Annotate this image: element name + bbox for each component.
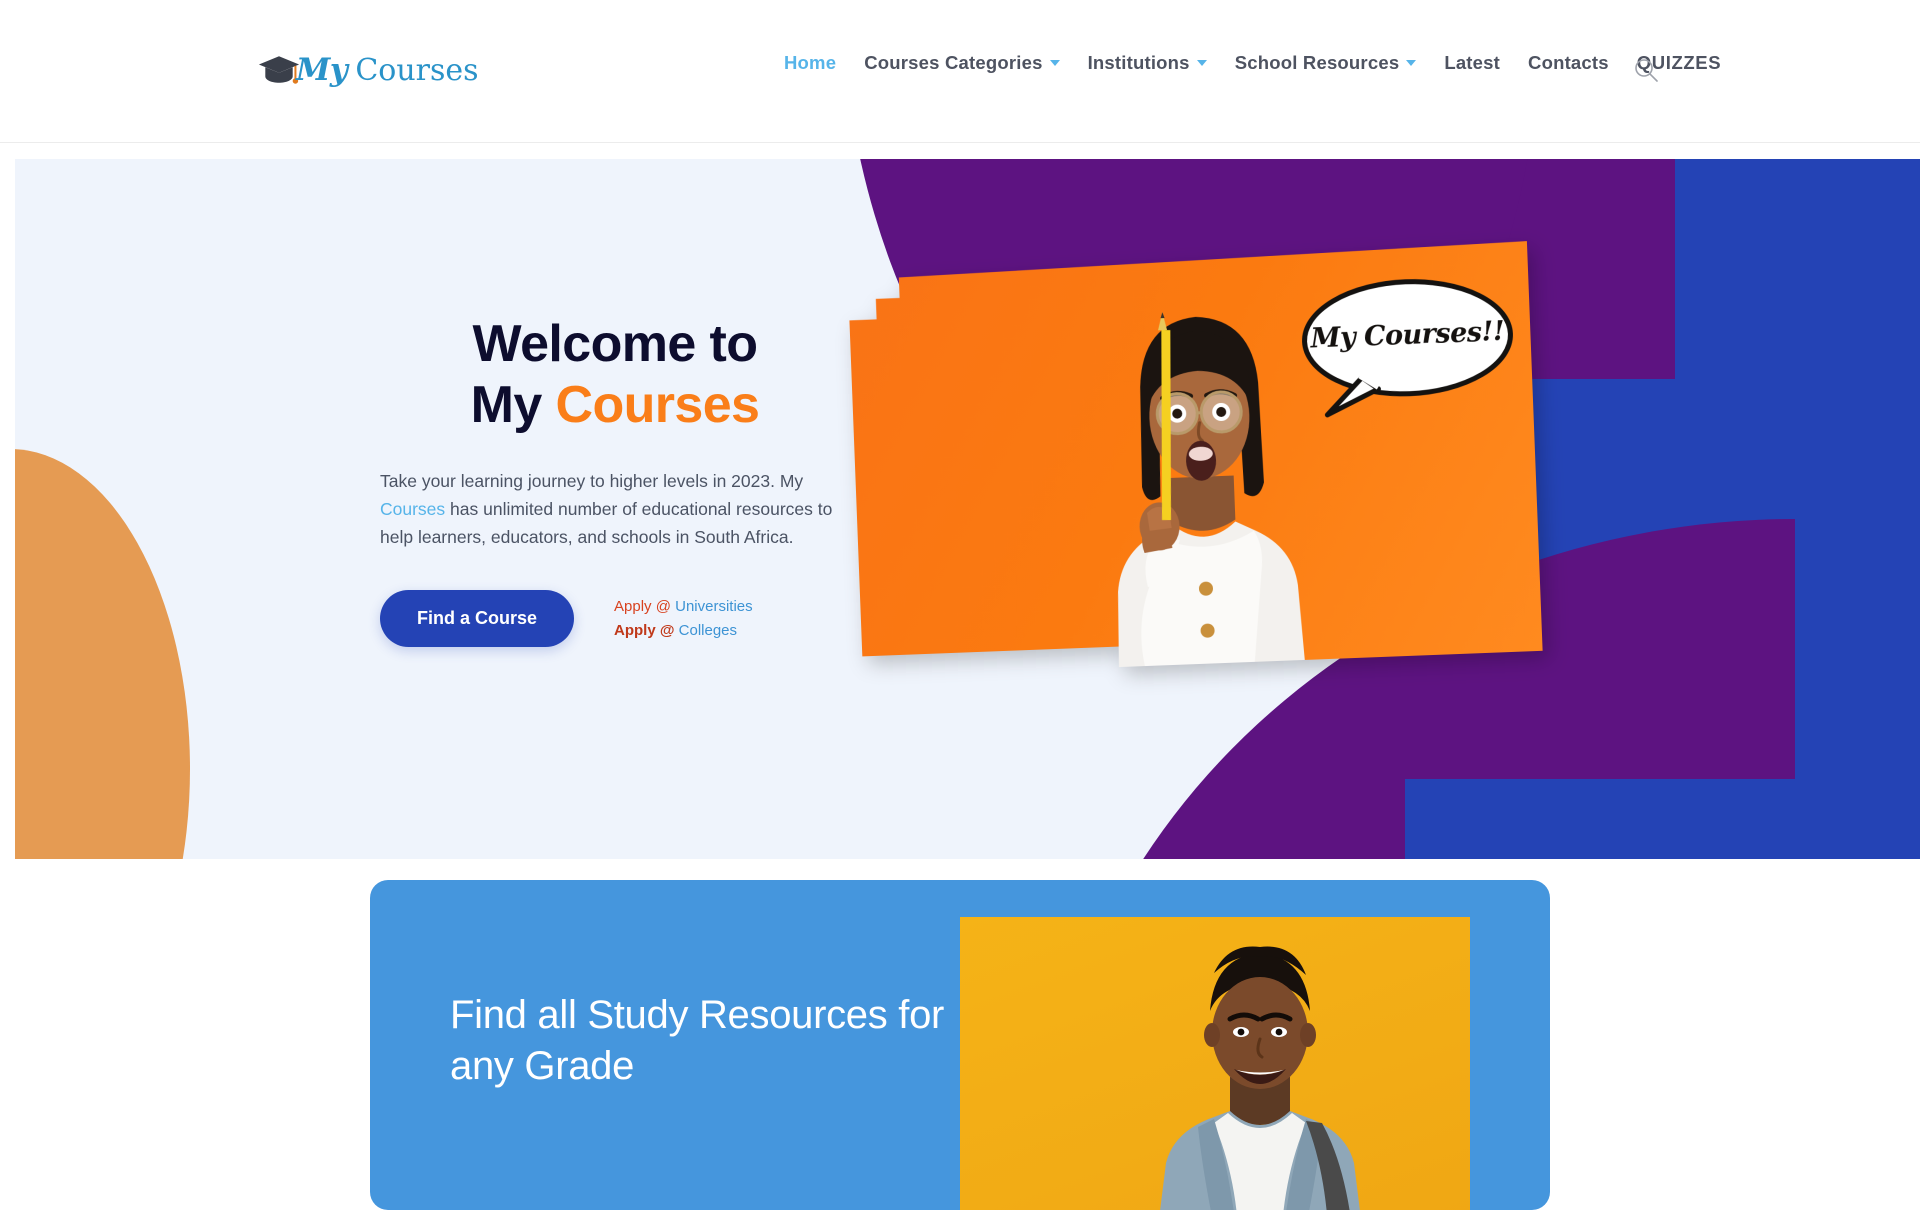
- decorative-orange-circle: [15, 449, 190, 859]
- decorative-blue-overlay: [1405, 779, 1920, 859]
- nav-label: School Resources: [1235, 52, 1400, 74]
- graduation-cap-icon: [258, 54, 300, 86]
- apply-links: Apply @ Universities Apply @ Colleges: [614, 598, 753, 639]
- study-resources-photo: [960, 917, 1470, 1210]
- hero-paragraph-part1: Take your learning journey to higher lev…: [380, 471, 803, 491]
- apply-prefix: Apply @: [614, 622, 679, 639]
- nav-item-home[interactable]: Home: [770, 52, 850, 74]
- nav-item-institutions[interactable]: Institutions: [1074, 52, 1221, 74]
- apply-colleges-link[interactable]: Apply @ Colleges: [614, 622, 753, 639]
- site-logo[interactable]: My Courses: [258, 44, 479, 86]
- nav-label: Home: [784, 52, 836, 74]
- site-header: My Courses Home Courses Categories Insti…: [0, 0, 1920, 143]
- apply-target: Universities: [675, 598, 753, 615]
- nav-item-school-resources[interactable]: School Resources: [1221, 52, 1431, 74]
- search-button[interactable]: [1633, 57, 1659, 83]
- nav-label: Courses Categories: [864, 52, 1042, 74]
- apply-target: Colleges: [679, 622, 737, 639]
- hero-actions: Find a Course Apply @ Universities Apply…: [380, 590, 850, 647]
- hero-paragraph-link[interactable]: Courses: [380, 499, 445, 519]
- hero-photo: My Courses!!: [847, 241, 1542, 677]
- nav-item-latest[interactable]: Latest: [1430, 52, 1514, 74]
- hero-title-line2-plain: My: [471, 376, 556, 434]
- smiling-student-illustration: [1110, 927, 1410, 1210]
- chevron-down-icon: [1406, 60, 1416, 66]
- hero-paragraph-part2: has unlimited number of educational reso…: [380, 499, 832, 547]
- hero-title-line1: Welcome to: [473, 315, 758, 373]
- study-resources-title: Find all Study Resources for any Grade: [450, 990, 970, 1092]
- main-navigation: Home Courses Categories Institutions Sch…: [770, 52, 1735, 74]
- header-inner: My Courses Home Courses Categories Insti…: [0, 0, 1920, 142]
- find-a-course-button[interactable]: Find a Course: [380, 590, 574, 647]
- nav-label: Institutions: [1088, 52, 1190, 74]
- hero-paragraph: Take your learning journey to higher lev…: [380, 467, 850, 552]
- nav-label: Latest: [1444, 52, 1500, 74]
- nav-item-contacts[interactable]: Contacts: [1514, 52, 1623, 74]
- chevron-down-icon: [1050, 60, 1060, 66]
- search-icon: [1633, 57, 1659, 83]
- speech-bubble: My Courses!!: [1296, 272, 1519, 420]
- apply-prefix: Apply @: [614, 598, 675, 615]
- hero-title: Welcome to My Courses: [380, 314, 850, 437]
- study-resources-card[interactable]: Find all Study Resources for any Grade: [370, 880, 1550, 1210]
- chevron-down-icon: [1197, 60, 1207, 66]
- nav-label: Contacts: [1528, 52, 1609, 74]
- apply-universities-link[interactable]: Apply @ Universities: [614, 598, 753, 615]
- hero-copy: Welcome to My Courses Take your learning…: [380, 314, 850, 647]
- nav-item-courses-categories[interactable]: Courses Categories: [850, 52, 1073, 74]
- logo-courses-text: Courses: [355, 56, 478, 86]
- hero-title-line2-accent: Courses: [556, 376, 760, 434]
- logo-my-text: My: [296, 55, 347, 86]
- hero-section: Welcome to My Courses Take your learning…: [15, 159, 1920, 859]
